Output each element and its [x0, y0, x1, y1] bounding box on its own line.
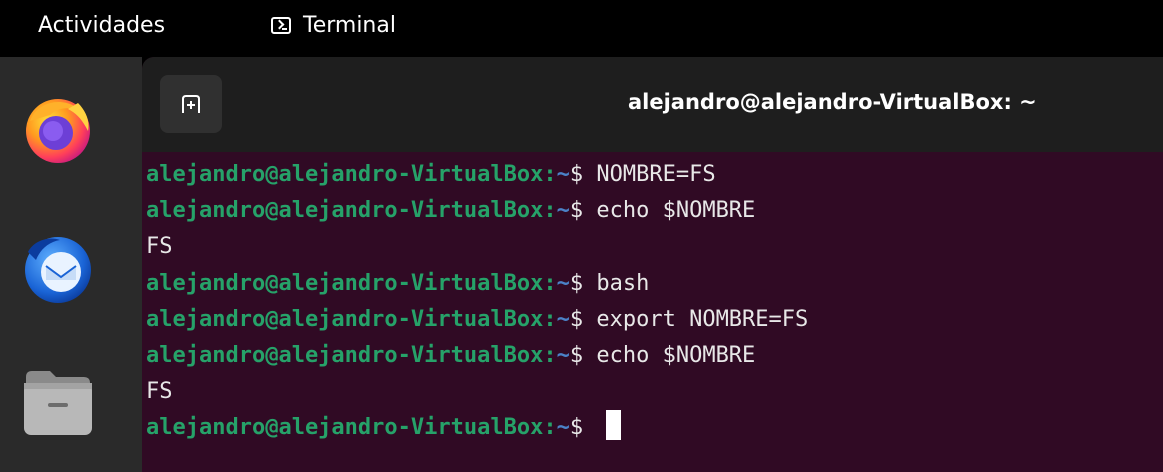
terminal-command-line: alejandro@alejandro-VirtualBox:~$ bash — [146, 266, 1146, 302]
dock — [0, 57, 142, 472]
text-cursor — [606, 410, 622, 441]
app-menu[interactable]: Terminal — [271, 13, 396, 38]
window-title: alejandro@alejandro-VirtualBox: ~ — [628, 90, 1037, 114]
new-tab-icon — [182, 95, 200, 113]
dock-item-thunderbird[interactable] — [20, 230, 96, 306]
prompt-path: ~ — [556, 270, 570, 296]
prompt-path: ~ — [556, 162, 570, 187]
prompt-symbol: $ — [569, 198, 584, 224]
output-text: FS — [146, 379, 173, 405]
prompt-separator: : — [543, 415, 557, 441]
prompt-symbol: $ — [569, 306, 584, 332]
prompt-symbol: $ — [569, 270, 584, 296]
prompt-user: alejandro@alejandro-VirtualBox — [146, 342, 544, 368]
command-text: bash — [596, 270, 650, 296]
output-text: FS — [146, 234, 173, 260]
app-menu-label: Terminal — [303, 13, 396, 38]
firefox-icon — [26, 99, 90, 163]
terminal-icon — [271, 17, 291, 34]
prompt-separator: : — [543, 198, 557, 224]
command-text: export NOMBRE=FS — [596, 306, 809, 332]
command-text: NOMBRE=FS — [596, 162, 716, 187]
activities-button[interactable]: Actividades — [38, 13, 165, 38]
command-text: echo $NOMBRE — [596, 198, 756, 224]
files-icon — [24, 371, 92, 435]
prompt-separator: : — [543, 306, 557, 332]
prompt-user: alejandro@alejandro-VirtualBox — [146, 198, 544, 224]
prompt-path: ~ — [556, 342, 570, 368]
dock-item-files[interactable] — [20, 363, 96, 439]
prompt-separator: : — [543, 162, 557, 187]
terminal-command-line: alejandro@alejandro-VirtualBox:~$ export… — [146, 302, 1146, 338]
terminal-window: alejandro@alejandro-VirtualBox: ~ alejan… — [142, 57, 1163, 472]
dock-item-firefox[interactable] — [20, 91, 96, 167]
terminal-output[interactable]: alejandro@alejandro-VirtualBox:~$ NOMBRE… — [146, 157, 1146, 447]
header-bar: alejandro@alejandro-VirtualBox: ~ — [142, 57, 1163, 152]
thunderbird-icon — [25, 237, 91, 303]
new-tab-button[interactable] — [160, 75, 222, 133]
prompt-user: alejandro@alejandro-VirtualBox — [146, 306, 544, 332]
prompt-symbol: $ — [569, 415, 584, 441]
command-text: echo $NOMBRE — [596, 342, 756, 368]
prompt-path: ~ — [556, 306, 570, 332]
terminal-command-line: alejandro@alejandro-VirtualBox:~$ NOMBRE… — [146, 157, 1146, 193]
terminal-command-line: alejandro@alejandro-VirtualBox:~$ echo $… — [146, 193, 1146, 229]
prompt-user: alejandro@alejandro-VirtualBox — [146, 162, 544, 187]
prompt-symbol: $ — [569, 342, 584, 368]
prompt-separator: : — [543, 270, 557, 296]
terminal-command-line: alejandro@alejandro-VirtualBox:~$ echo $… — [146, 338, 1146, 374]
terminal-command-line: alejandro@alejandro-VirtualBox:~$ — [146, 410, 1146, 446]
prompt-separator: : — [543, 342, 557, 368]
terminal-output-line: FS — [146, 374, 1146, 410]
prompt-user: alejandro@alejandro-VirtualBox — [146, 415, 544, 441]
prompt-path: ~ — [556, 415, 570, 441]
top-bar: Actividades Terminal — [0, 0, 1163, 57]
prompt-path: ~ — [556, 198, 570, 224]
prompt-user: alejandro@alejandro-VirtualBox — [146, 270, 544, 296]
prompt-symbol: $ — [569, 162, 584, 187]
terminal-output-line: FS — [146, 229, 1146, 265]
